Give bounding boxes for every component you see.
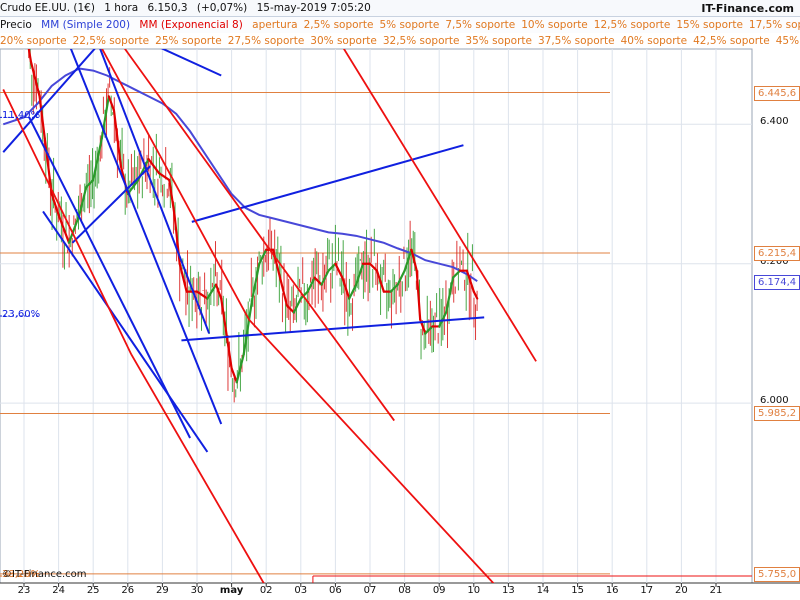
x-tick-label: 16 — [605, 585, 619, 596]
x-tick-label: 03 — [294, 585, 308, 596]
credit-text: ©IT-Finance.com — [2, 569, 87, 580]
fibonacci-label: 23,60% — [2, 309, 41, 320]
x-tick-label: 09 — [432, 585, 446, 596]
x-tick-label: 23 — [17, 585, 31, 596]
x-tick-label: 08 — [398, 585, 411, 596]
x-tick-label: 07 — [363, 585, 377, 596]
x-tick-label: 20 — [675, 585, 688, 596]
x-tick-label: 30 — [190, 585, 204, 596]
x-tick-label: 17 — [640, 585, 654, 596]
x-tick-label: 14 — [536, 585, 550, 596]
price-level-tag: 5.985,2 — [754, 406, 800, 422]
price-level-tag: 6.215,4 — [754, 245, 800, 261]
x-tick-label: 25 — [86, 585, 100, 596]
x-tick-label: 13 — [502, 585, 515, 596]
x-tick-label: 24 — [52, 585, 65, 596]
x-tick-label: 10 — [467, 585, 481, 596]
x-tick-label: 21 — [709, 585, 723, 596]
price-chart[interactable] — [0, 0, 800, 600]
price-level-tag: 5.755,0 — [754, 566, 800, 582]
x-tick-label: may — [219, 585, 244, 596]
x-tick-label: 15 — [571, 585, 584, 596]
fibonacci-label: 11,40% — [2, 110, 41, 122]
chart-window: Crudo EE.UU. (1€) 1 hora 6.150,3 (+0,07%… — [0, 0, 800, 600]
x-tick-label: 26 — [121, 585, 135, 596]
y-tick-label: 6.400 — [760, 116, 789, 128]
x-tick-label: 29 — [156, 585, 169, 596]
y-tick-label: 6.000 — [760, 395, 789, 407]
price-level-tag: 6.174,4 — [754, 274, 800, 290]
x-tick-label: 06 — [329, 585, 342, 596]
price-level-tag: 6.445,6 — [754, 85, 800, 101]
x-tick-label: 02 — [259, 585, 273, 596]
